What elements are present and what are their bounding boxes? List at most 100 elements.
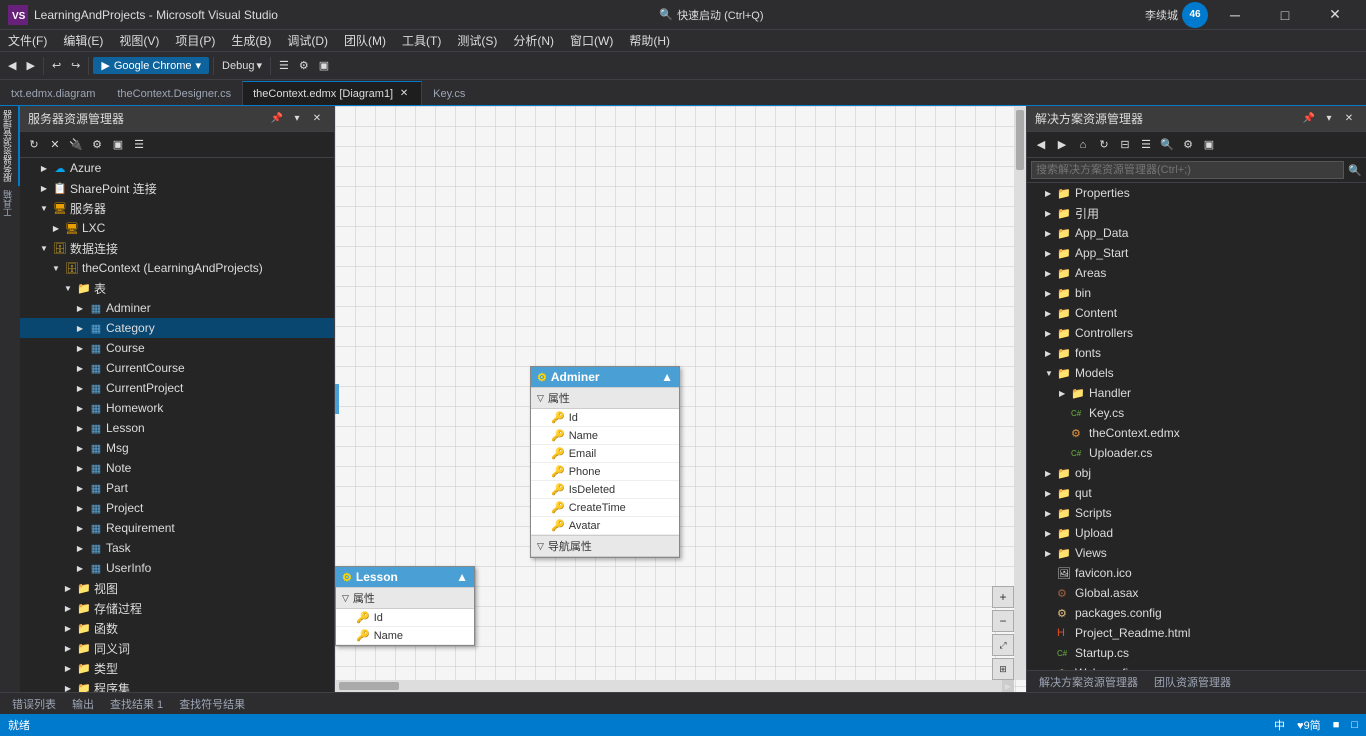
entity-lesson-header[interactable]: ⚙ Lesson ▲ [336, 567, 474, 587]
sol-props-button[interactable]: ▣ [1199, 135, 1219, 155]
sidebar-pin-button[interactable]: 📌 [268, 110, 286, 128]
menu-item-b[interactable]: 生成(B) [223, 30, 279, 52]
server-tree-item-20[interactable]: ▶▦UserInfo [20, 558, 334, 578]
entity-adminer-section-properties[interactable]: ▽ 属性 [531, 387, 679, 409]
sol-tree-item-20[interactable]: ⚙Global.asax [1027, 583, 1366, 603]
sol-tree-item-23[interactable]: C#Startup.cs [1027, 643, 1366, 663]
sol-tree-item-16[interactable]: ▶📁Scripts [1027, 503, 1366, 523]
sidebar-filter-button[interactable]: ▣ [108, 135, 128, 155]
server-tree-item-26[interactable]: ▶📁程序集 [20, 678, 334, 692]
sol-settings-button[interactable]: ⚙ [1178, 135, 1198, 155]
sol-forward-button[interactable]: ▶ [1052, 135, 1072, 155]
tab-0[interactable]: txt.edmx.diagram [0, 81, 106, 105]
back-button[interactable]: ◀ [4, 55, 20, 77]
sidebar-refresh-button[interactable]: ↻ [24, 135, 44, 155]
grid-button[interactable]: ⊞ [992, 658, 1014, 680]
minimize-button[interactable]: ─ [1212, 0, 1258, 30]
menu-item-s[interactable]: 测试(S) [449, 30, 505, 52]
sidebar-dropdown-button[interactable]: ▾ [288, 110, 306, 128]
sol-close-button[interactable]: ✕ [1340, 110, 1358, 128]
sol-tree-item-21[interactable]: ⚙packages.config [1027, 603, 1366, 623]
sol-tree-item-9[interactable]: ▼📁Models [1027, 363, 1366, 383]
server-tree-item-1[interactable]: ▶📋SharePoint 连接 [20, 178, 334, 198]
entity-lesson-expand-icon[interactable]: ▲ [456, 570, 468, 584]
sol-tree-item-12[interactable]: ⚙theContext.edmx [1027, 423, 1366, 443]
menu-item-h[interactable]: 帮助(H) [621, 30, 678, 52]
tab-close-2[interactable]: ✕ [397, 87, 411, 101]
menu-item-t[interactable]: 工具(T) [394, 30, 449, 52]
toolbar-extra-3[interactable]: ▣ [315, 55, 333, 77]
diagram-canvas[interactable]: ⚙ Adminer ▲ ▽ 属性 🔑 Id 🔑 Name [335, 106, 1026, 692]
server-tree-item-10[interactable]: ▶▦CurrentCourse [20, 358, 334, 378]
sol-tree-item-1[interactable]: ▶📁引用 [1027, 203, 1366, 223]
entity-lesson-section-properties[interactable]: ▽ 属性 [336, 587, 474, 609]
diagram-scrollbar-v[interactable] [1014, 106, 1026, 680]
server-tree-item-21[interactable]: ▶📁视图 [20, 578, 334, 598]
sidebar-new-button[interactable]: ☰ [129, 135, 149, 155]
run-dropdown-arrow[interactable]: ▾ [196, 59, 202, 72]
menu-item-d[interactable]: 调试(D) [279, 30, 336, 52]
menu-item-m[interactable]: 团队(M) [336, 30, 394, 52]
entity-adminer-expand-icon[interactable]: ▲ [661, 370, 673, 384]
right-bottom-tab-1[interactable]: 团队资源管理器 [1146, 672, 1239, 692]
sol-tree-item-24[interactable]: ⚙Web.config [1027, 663, 1366, 670]
server-tree-item-6[interactable]: ▼📁表 [20, 278, 334, 298]
sol-collapse-button[interactable]: ⊟ [1115, 135, 1135, 155]
server-tree-item-5[interactable]: ▼🗄theContext (LearningAndProjects) [20, 258, 334, 278]
server-tree-item-19[interactable]: ▶▦Task [20, 538, 334, 558]
server-tree-item-23[interactable]: ▶📁函数 [20, 618, 334, 638]
server-tree-item-4[interactable]: ▼🗄数据连接 [20, 238, 334, 258]
sol-home-button[interactable]: ⌂ [1073, 135, 1093, 155]
left-vert-tab-server[interactable]: 服务器资源管理器 [0, 106, 20, 186]
server-tree-item-14[interactable]: ▶▦Msg [20, 438, 334, 458]
sol-tree-item-2[interactable]: ▶📁App_Data [1027, 223, 1366, 243]
menu-item-v[interactable]: 视图(V) [111, 30, 167, 52]
bottom-tab-2[interactable]: 查找结果 1 [102, 694, 171, 714]
sol-tree-item-22[interactable]: HProject_Readme.html [1027, 623, 1366, 643]
sol-content[interactable]: ▶📁Properties▶📁引用▶📁App_Data▶📁App_Start▶📁A… [1027, 183, 1366, 670]
server-tree-item-8[interactable]: ▶▦Category [20, 318, 334, 338]
menu-item-p[interactable]: 项目(P) [167, 30, 223, 52]
maximize-button[interactable]: □ [1262, 0, 1308, 30]
sidebar-add-button[interactable]: ✕ [45, 135, 65, 155]
menu-item-w[interactable]: 窗口(W) [562, 30, 621, 52]
sol-refresh-button[interactable]: ↻ [1094, 135, 1114, 155]
sol-tree-item-5[interactable]: ▶📁bin [1027, 283, 1366, 303]
menu-item-n[interactable]: 分析(N) [505, 30, 562, 52]
server-tree-item-22[interactable]: ▶📁存储过程 [20, 598, 334, 618]
entity-lesson[interactable]: ⚙ Lesson ▲ ▽ 属性 🔑 Id 🔑 Name [335, 566, 475, 646]
sidebar-props-button[interactable]: ⚙ [87, 135, 107, 155]
left-vert-tab-toolbox[interactable]: 工具箱 [0, 186, 20, 221]
server-tree-item-9[interactable]: ▶▦Course [20, 338, 334, 358]
sol-tree-item-8[interactable]: ▶📁fonts [1027, 343, 1366, 363]
server-tree-item-11[interactable]: ▶▦CurrentProject [20, 378, 334, 398]
undo-button[interactable]: ↩ [48, 55, 65, 77]
menu-item-f[interactable]: 文件(F) [0, 30, 55, 52]
sol-pin-button[interactable]: 📌 [1300, 110, 1318, 128]
bottom-tab-1[interactable]: 输出 [64, 694, 102, 714]
sol-tree-item-7[interactable]: ▶📁Controllers [1027, 323, 1366, 343]
bottom-tab-3[interactable]: 查找符号结果 [171, 694, 253, 714]
sol-tree-item-4[interactable]: ▶📁Areas [1027, 263, 1366, 283]
tab-1[interactable]: theContext.Designer.cs [106, 81, 242, 105]
server-tree-item-15[interactable]: ▶▦Note [20, 458, 334, 478]
sol-tree-item-14[interactable]: ▶📁obj [1027, 463, 1366, 483]
redo-button[interactable]: ↪ [67, 55, 84, 77]
sidebar-close-button[interactable]: ✕ [308, 110, 326, 128]
fit-button[interactable]: ⤢ [992, 634, 1014, 656]
diagram-scrollbar-h[interactable]: ▶ [335, 680, 1014, 692]
sol-tree-item-10[interactable]: ▶📁Handler [1027, 383, 1366, 403]
sidebar-connect-button[interactable]: 🔌 [66, 135, 86, 155]
sol-search-input[interactable] [1031, 161, 1344, 179]
server-tree-item-24[interactable]: ▶📁同义词 [20, 638, 334, 658]
sol-tree-item-15[interactable]: ▶📁qut [1027, 483, 1366, 503]
server-tree-item-17[interactable]: ▶▦Project [20, 498, 334, 518]
server-tree-item-25[interactable]: ▶📁类型 [20, 658, 334, 678]
server-tree-item-12[interactable]: ▶▦Homework [20, 398, 334, 418]
toolbar-extra-1[interactable]: ☰ [275, 55, 293, 77]
run-button[interactable]: ▶ Google Chrome ▾ [93, 57, 209, 74]
sol-tree-item-13[interactable]: C#Uploader.cs [1027, 443, 1366, 463]
tab-2[interactable]: theContext.edmx [Diagram1]✕ [242, 81, 422, 105]
tab-3[interactable]: Key.cs [422, 81, 476, 105]
entity-adminer[interactable]: ⚙ Adminer ▲ ▽ 属性 🔑 Id 🔑 Name [530, 366, 680, 558]
